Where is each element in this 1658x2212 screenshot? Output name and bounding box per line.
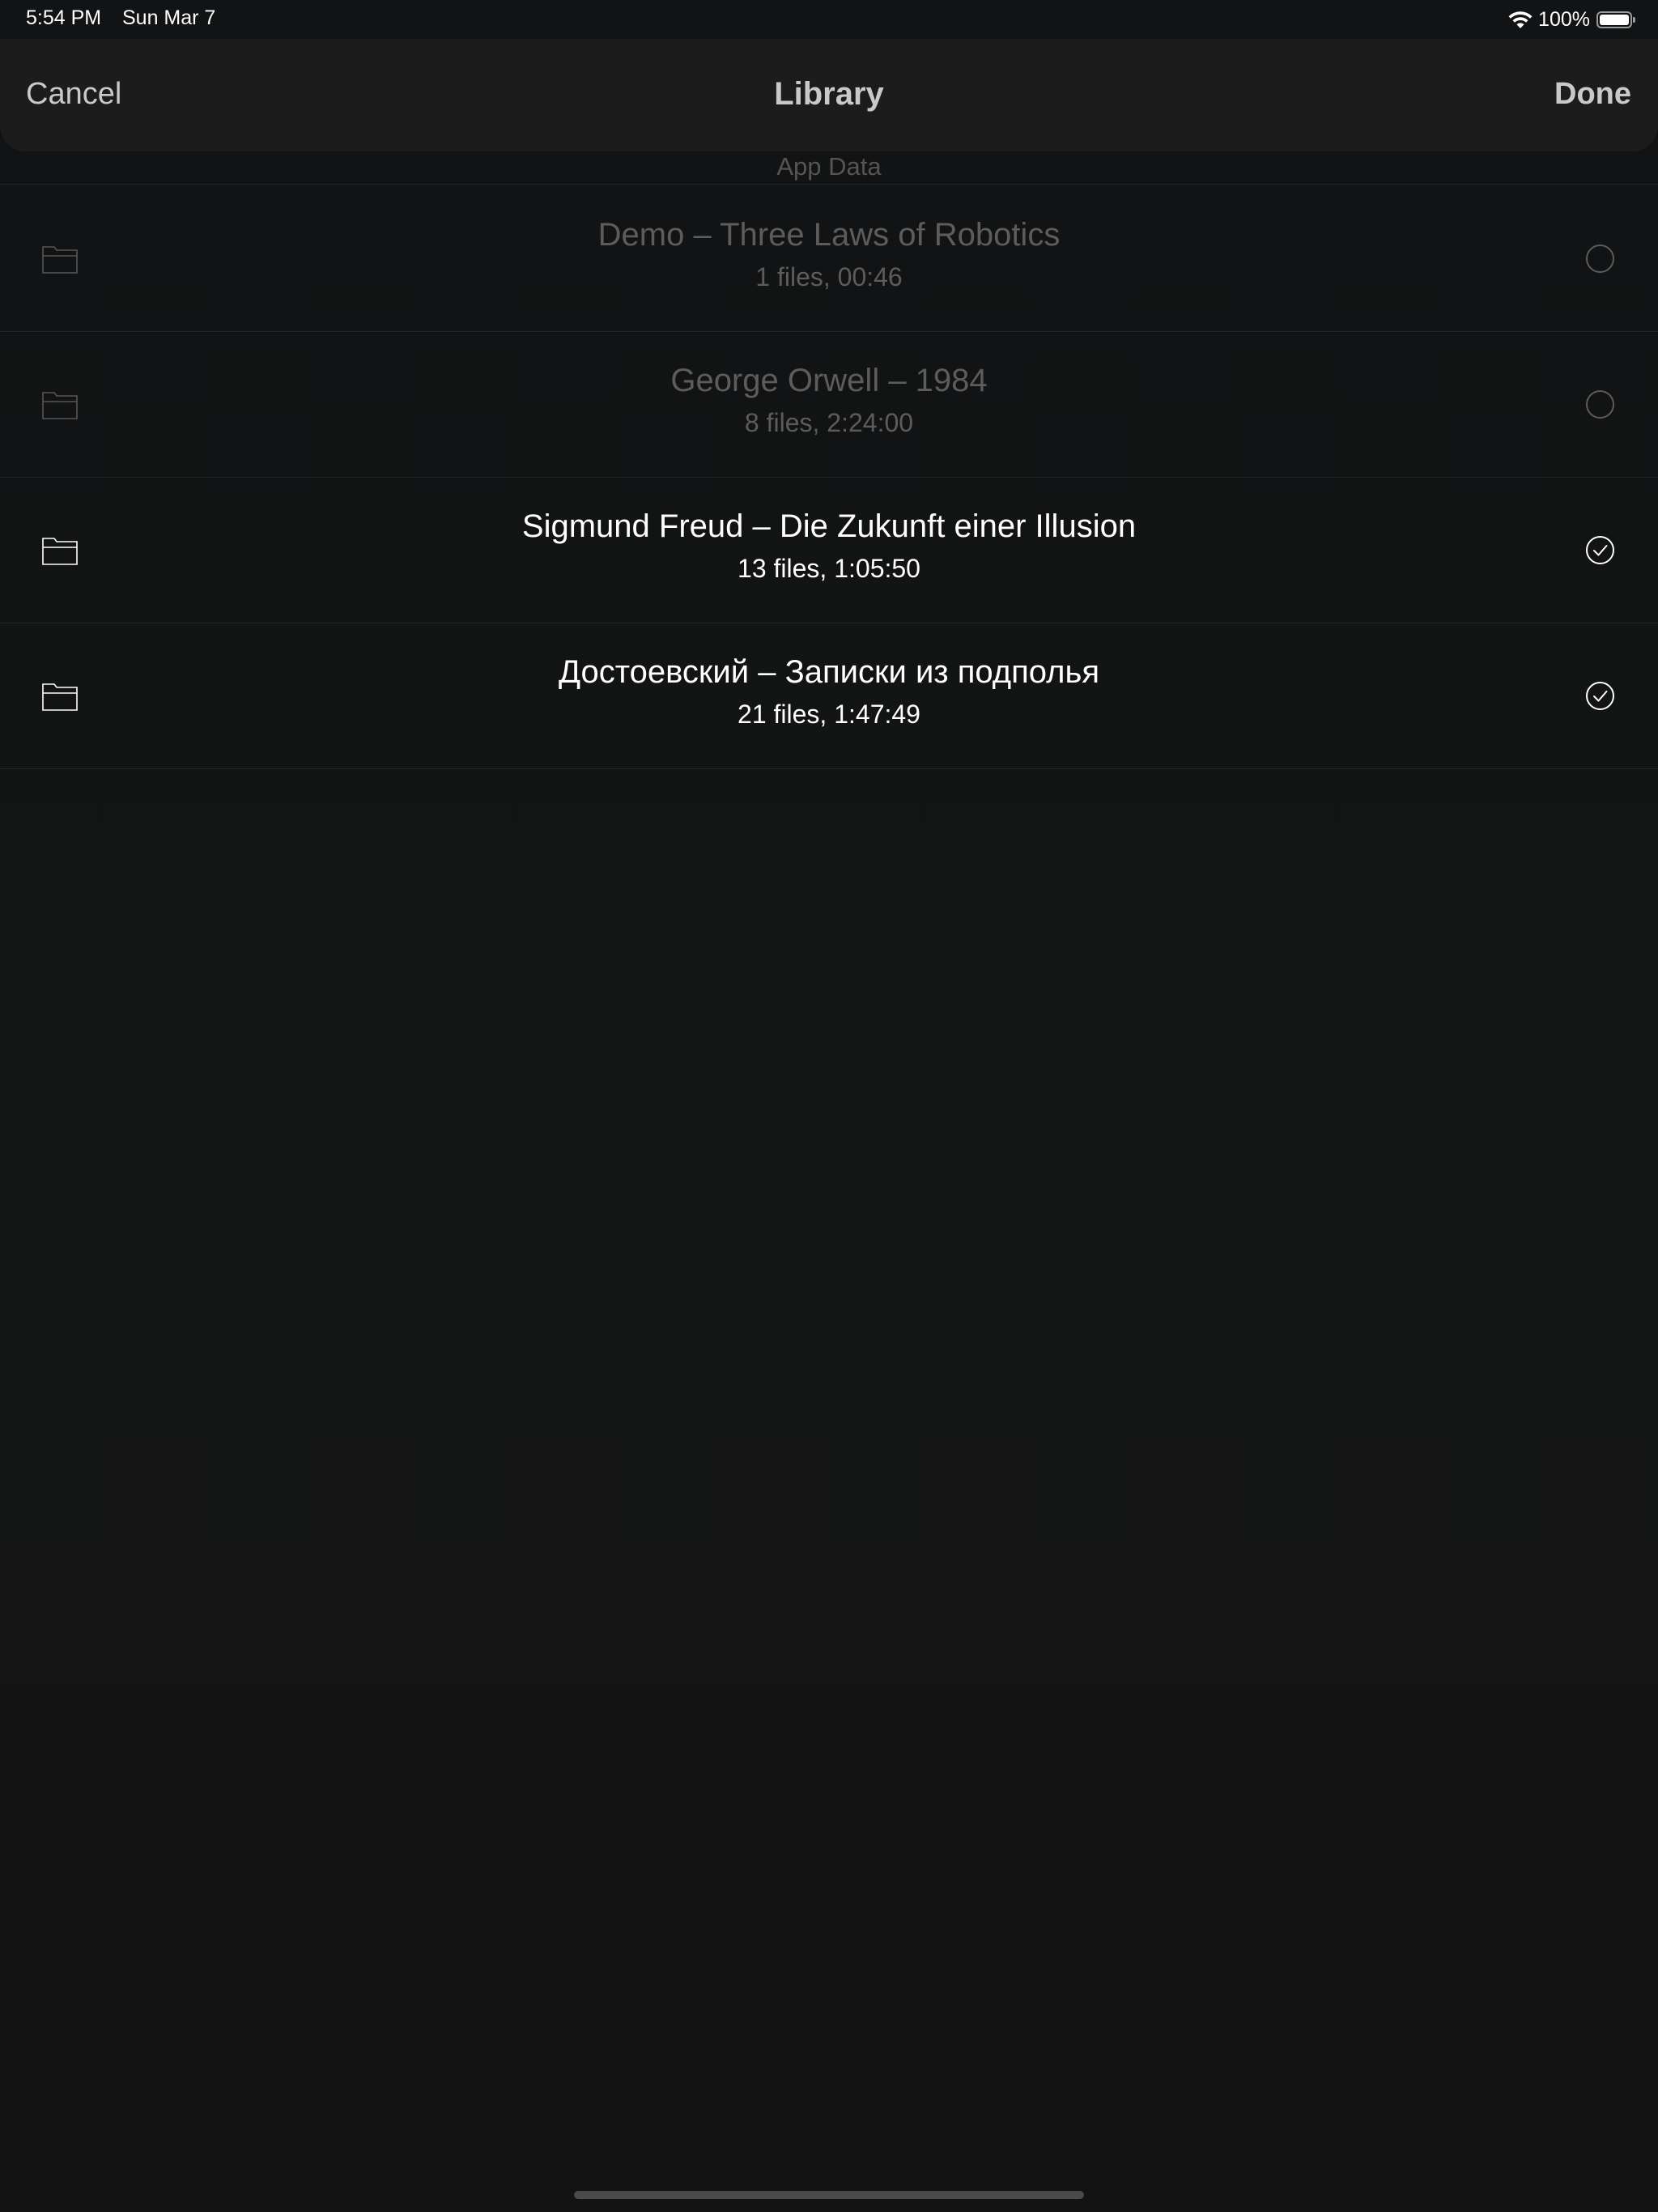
section-header: App Data (776, 152, 882, 181)
item-title: George Orwell – 1984 (670, 363, 988, 398)
list-item[interactable]: George Orwell – 1984 8 files, 2:24:00 (0, 332, 1658, 478)
battery-icon (1596, 11, 1635, 28)
unchecked-circle-icon[interactable] (1585, 244, 1615, 274)
library-list: Demo – Three Laws of Robotics 1 files, 0… (0, 186, 1658, 769)
section-divider (0, 184, 1658, 185)
item-subtitle: 13 files, 1:05:50 (738, 554, 920, 583)
status-bar: 5:54 PM Sun Mar 7 100% (0, 0, 1658, 39)
page-title: Library (774, 76, 884, 112)
battery-fill (1600, 14, 1629, 25)
home-indicator[interactable] (574, 2191, 1084, 2199)
list-item[interactable]: Достоевский – Записки из подполья 21 fil… (0, 623, 1658, 769)
library-screen: 5:54 PM Sun Mar 7 100% Cancel Library Do… (0, 0, 1658, 2212)
item-subtitle: 21 files, 1:47:49 (738, 700, 920, 729)
battery-nub (1633, 16, 1635, 23)
wifi-icon (1508, 11, 1533, 28)
item-subtitle: 1 files, 00:46 (755, 262, 903, 291)
done-button[interactable]: Done (1554, 77, 1631, 112)
unchecked-circle-icon[interactable] (1585, 389, 1615, 419)
navigation-bar: Cancel Library Done (0, 39, 1658, 151)
battery-percent: 100% (1538, 7, 1590, 31)
checkmark-circle-icon[interactable] (1585, 535, 1615, 565)
item-title: Достоевский – Записки из подполья (558, 654, 1099, 690)
item-title: Demo – Three Laws of Robotics (597, 217, 1061, 253)
item-subtitle: 8 files, 2:24:00 (744, 408, 914, 437)
status-indicators: 100% (1507, 6, 1635, 32)
checkmark-circle-icon[interactable] (1585, 681, 1615, 711)
status-date: Sun Mar 7 (122, 6, 216, 29)
status-time: 5:54 PM (26, 6, 102, 29)
list-item[interactable]: Sigmund Freud – Die Zukunft einer Illusi… (0, 478, 1658, 623)
item-title: Sigmund Freud – Die Zukunft einer Illusi… (521, 508, 1137, 544)
list-item[interactable]: Demo – Three Laws of Robotics 1 files, 0… (0, 186, 1658, 332)
